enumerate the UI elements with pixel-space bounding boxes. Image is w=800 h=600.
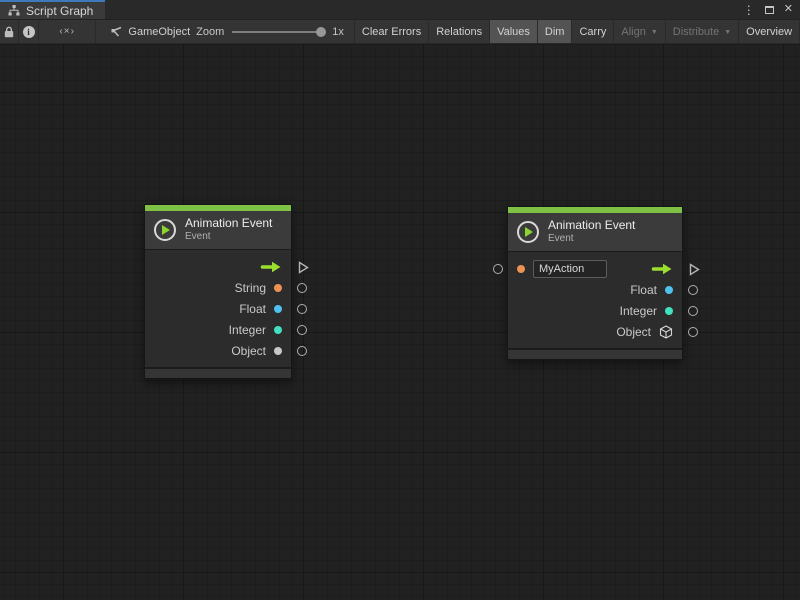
info-icon: i [23,26,35,38]
graph-hierarchy-icon [8,5,20,16]
align-label: Align [621,26,645,38]
graph-target-label: GameObject [128,26,190,38]
port-row-object: Object [145,340,291,361]
dim-label: Dim [545,26,565,38]
flow-output-port[interactable] [689,263,700,281]
integer-port-dot [665,307,673,315]
node-header[interactable]: Animation Event Event [145,211,291,249]
graph-toolbar: i ‹×› GameObject Zoom 1x Clear Errors Re… [0,19,800,43]
cube-icon [659,325,673,339]
graph-canvas[interactable]: Animation Event Event [0,44,800,600]
tab-script-graph[interactable]: Script Graph [0,0,105,19]
flow-arrow-icon [651,263,673,275]
string-input-port[interactable] [493,264,503,274]
port-row-float: Float [508,279,682,300]
integer-output-port[interactable] [297,325,307,335]
port-label: Integer [229,323,266,337]
overview-label: Overview [746,26,792,38]
port-row-string: String [145,277,291,298]
lock-icon [4,26,14,38]
node-body: String Float Integer Object [145,249,291,367]
dim-toggle-button[interactable]: Dim [538,20,573,43]
integer-output-port[interactable] [688,306,698,316]
float-port-dot [665,286,673,294]
window-menu-icon[interactable]: ⋮ [743,4,755,16]
lock-button[interactable] [0,20,19,43]
chevron-down-icon: ▼ [724,29,731,36]
flow-output-port[interactable] [298,261,309,279]
values-toggle-button[interactable]: Values [490,20,538,43]
float-port-dot [274,305,282,313]
event-play-icon [154,219,176,241]
port-label: Integer [620,304,657,318]
string-output-port[interactable] [297,283,307,293]
script-graph-window: Script Graph ⋮ ✕ i ‹×› GameObject [0,0,800,600]
zoom-label: Zoom [196,26,224,38]
relations-label: Relations [436,26,482,38]
titlebar: Script Graph ⋮ ✕ [0,0,800,19]
string-port-dot [517,265,525,273]
port-row-integer: Integer [145,319,291,340]
port-label: String [235,281,266,295]
node-subtitle: Event [185,231,272,243]
object-output-port[interactable] [688,327,698,337]
code-cross-icon: ‹×› [59,26,75,37]
node-title: Animation Event [185,216,272,230]
window-controls: ⋮ ✕ [743,0,800,19]
node-title: Animation Event [548,218,635,232]
flow-arrow-icon [260,261,282,273]
relations-button[interactable]: Relations [429,20,490,43]
string-port-dot [274,284,282,292]
graph-target-selector[interactable]: GameObject [96,20,190,43]
maximize-icon[interactable] [765,6,774,14]
carry-button[interactable]: Carry [572,20,614,43]
distribute-dropdown-button[interactable]: Distribute ▼ [666,20,739,43]
align-dropdown-button[interactable]: Align ▼ [614,20,665,43]
chevron-down-icon: ▼ [651,29,658,36]
port-label: Float [630,283,657,297]
clear-errors-label: Clear Errors [362,26,421,38]
node-footer [508,348,682,359]
zoom-value: 1x [332,26,344,38]
script-graph-asset-icon [109,26,123,38]
node-footer [145,367,291,378]
flow-output-row [145,256,291,277]
port-label: Float [239,302,266,316]
close-icon[interactable]: ✕ [784,4,793,15]
port-label: Object [231,344,266,358]
port-row-float: Float [145,298,291,319]
node-subtitle: Event [548,233,635,245]
port-row-integer: Integer [508,300,682,321]
titlebar-spacer [105,0,742,19]
node-header[interactable]: Animation Event Event [508,213,682,251]
info-button[interactable]: i [19,20,39,43]
port-row-object: Object [508,321,682,342]
object-output-port[interactable] [297,346,307,356]
animation-event-node-right[interactable]: Animation Event Event [507,206,683,360]
port-label: Object [616,325,651,339]
code-view-toggle[interactable]: ‹×› [39,20,96,43]
object-port-dot [274,347,282,355]
tab-label: Script Graph [26,4,93,18]
zoom-slider[interactable] [232,31,324,33]
zoom-slider-handle[interactable] [316,27,326,37]
event-play-icon [517,221,539,243]
float-output-port[interactable] [688,285,698,295]
distribute-label: Distribute [673,26,719,38]
clear-errors-button[interactable]: Clear Errors [355,20,429,43]
node-body: Float Integer Object [508,251,682,348]
integer-port-dot [274,326,282,334]
float-output-port[interactable] [297,304,307,314]
action-name-row [508,258,682,279]
action-name-input[interactable] [533,260,607,278]
zoom-control: Zoom 1x [190,20,355,43]
values-label: Values [497,26,530,38]
overview-button[interactable]: Overview [739,20,800,43]
animation-event-node-left[interactable]: Animation Event Event [144,204,292,379]
carry-label: Carry [579,26,606,38]
